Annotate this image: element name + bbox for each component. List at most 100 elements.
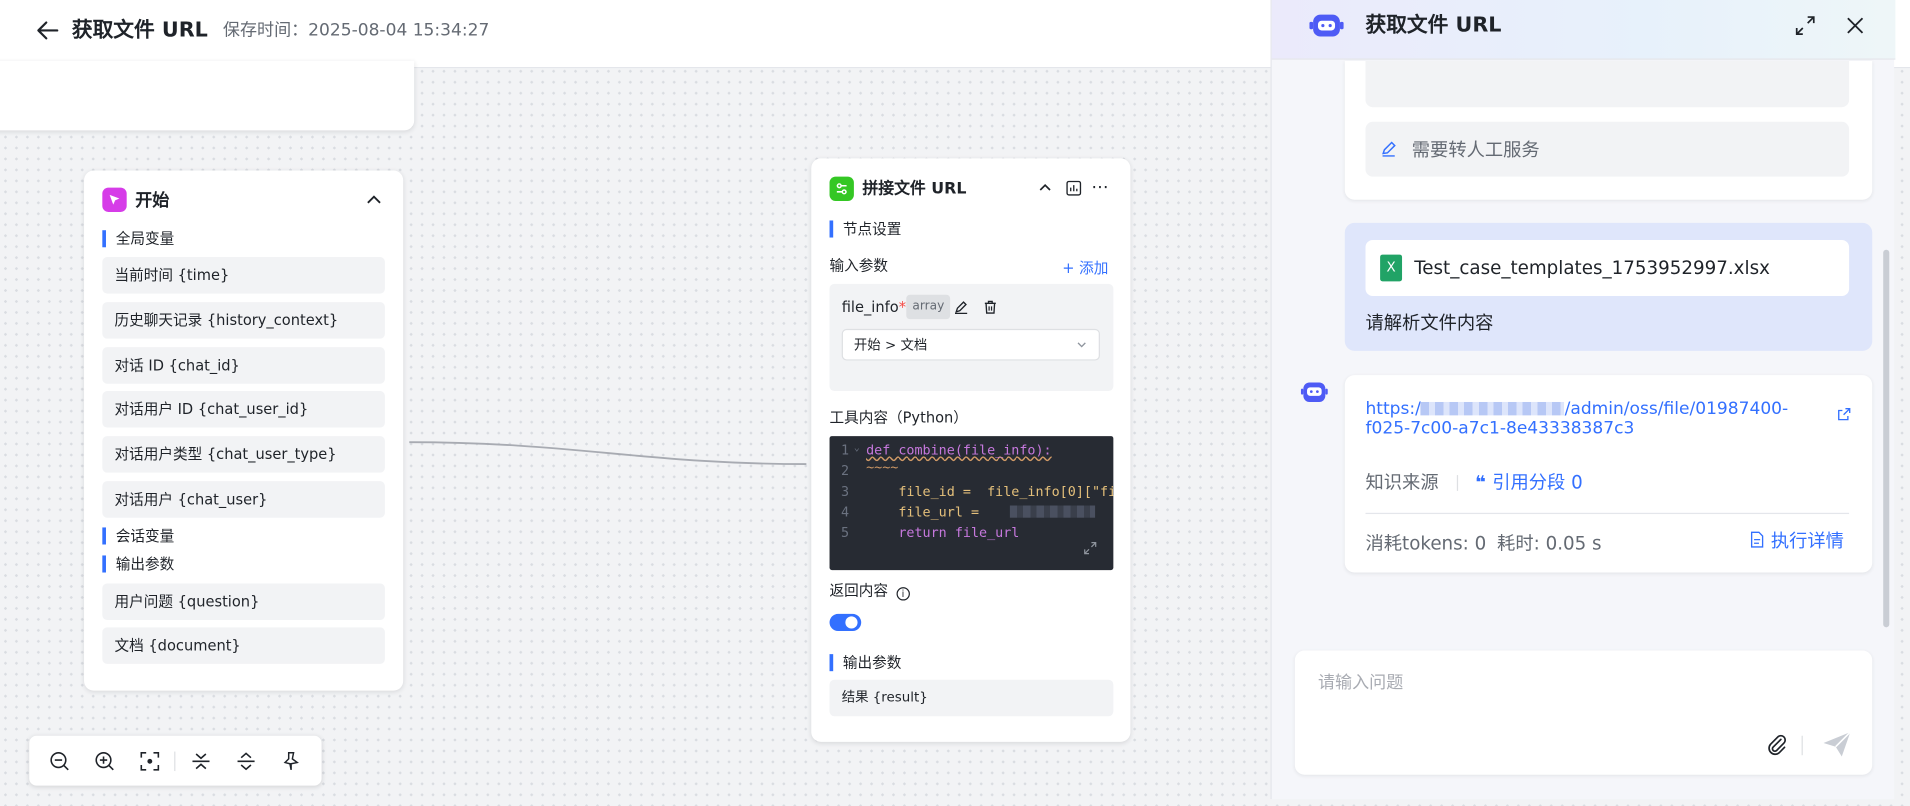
toolbar-divider: [174, 751, 176, 772]
output-params-section: 输出参数: [829, 654, 901, 672]
global-var-item: 对话 ID {chat_id}: [102, 347, 385, 384]
code-lines: 1 ⌄ def combine(file_info): 2 ~~~~ 3 fil…: [830, 436, 1114, 570]
collapse-chevron-icon[interactable]: [362, 188, 386, 212]
edit-icon[interactable]: [953, 298, 970, 315]
add-param-button[interactable]: + 添加: [1062, 259, 1108, 276]
global-vars-section: 全局变量: [102, 230, 174, 248]
file-attachment[interactable]: X Test_case_templates_1753952997.xlsx: [1365, 239, 1850, 297]
code-line: return file_url: [866, 525, 1020, 541]
required-mark: *: [898, 298, 907, 316]
collapse-all-icon[interactable]: [189, 749, 213, 773]
start-node[interactable]: 开始 全局变量 当前时间 {time} 历史聊天记录 {history_cont…: [84, 170, 404, 691]
line-number: 3: [840, 483, 850, 500]
execution-details-button[interactable]: 执行详情: [1749, 530, 1844, 552]
citations-button[interactable]: ❝ 引用分段 0: [1475, 471, 1583, 493]
suggestion-item[interactable]: 需要转人工服务: [1365, 121, 1850, 177]
divider: [1456, 475, 1459, 491]
line-number: 4: [840, 504, 850, 521]
start-node-icon: [102, 187, 127, 212]
elapsed-time: 耗时: 0.05 s: [1497, 532, 1602, 555]
send-icon[interactable]: [1820, 728, 1854, 760]
input-params-label: 输入参数: [829, 257, 889, 275]
more-menu-icon[interactable]: ⋯: [1090, 178, 1109, 197]
tokens-used: 消耗tokens: 0: [1365, 532, 1487, 555]
expand-all-icon[interactable]: [234, 749, 258, 773]
chat-input-placeholder: 请输入问题: [1317, 673, 1404, 694]
global-var-item: 历史聊天记录 {history_context}: [102, 302, 385, 339]
tool-node-icon: [829, 176, 854, 201]
back-arrow-icon[interactable]: [34, 17, 61, 44]
fit-view-icon[interactable]: [138, 749, 162, 773]
param-name: file_info*: [842, 298, 906, 315]
execution-details-text: 执行详情: [1770, 529, 1844, 552]
save-time: 保存时间：2025-08-04 15:34:27: [222, 20, 490, 41]
global-var-item: 当前时间 {time}: [102, 257, 385, 294]
fold-marker-icon[interactable]: ⌄: [854, 442, 860, 453]
document-icon: [1749, 530, 1771, 552]
url-path: /admin/oss/file/01987400-: [1564, 399, 1789, 420]
attachment-paperclip-icon[interactable]: [1764, 732, 1791, 759]
divider: [1801, 735, 1803, 756]
workflow-editor: 获取文件 URL 保存时间：2025-08-04 15:34:27 开始 全局变…: [0, 0, 1910, 806]
auto-layout-icon[interactable]: [279, 749, 303, 773]
redacted-block: [1009, 505, 1096, 518]
expand-editor-icon[interactable]: [1082, 540, 1099, 557]
run-log-icon[interactable]: [1063, 178, 1082, 197]
redacted-host: [1420, 401, 1565, 416]
fullscreen-icon[interactable]: [1793, 13, 1817, 37]
info-icon[interactable]: i: [896, 587, 910, 601]
session-vars-section: 会话变量: [102, 527, 174, 545]
delete-icon[interactable]: [982, 298, 999, 315]
citations-text: 引用分段 0: [1492, 471, 1583, 494]
close-icon[interactable]: [1843, 13, 1867, 37]
chat-debug-panel: 获取文件 URL 需要转人工服务 X Test_case_templates_1…: [1270, 0, 1896, 800]
tool-node[interactable]: 拼接文件 URL ⋯ 节点设置 输入参数 + 添加 file_info* arr…: [811, 158, 1131, 742]
node-connector: [409, 441, 807, 466]
return-content-toggle[interactable]: [829, 613, 862, 631]
suggestion-item[interactable]: [1365, 60, 1850, 108]
bot-message-bubble: 需要转人工服务: [1344, 60, 1873, 200]
output-param-item: 文档 {document}: [102, 627, 385, 664]
line-number: 5: [840, 525, 850, 541]
file-name: Test_case_templates_1753952997.xlsx: [1414, 257, 1770, 279]
url-prefix: https:/: [1365, 399, 1421, 420]
node-settings-section: 节点设置: [829, 220, 901, 238]
code-line: ~~~~: [866, 459, 899, 476]
add-label: 添加: [1079, 259, 1109, 277]
pencil-icon: [1379, 139, 1398, 158]
tool-node-title: 拼接文件 URL: [862, 180, 967, 199]
code-line: file_id = file_info[0]["file_: [866, 483, 1114, 500]
line-number: 2: [840, 462, 850, 479]
collapse-chevron-icon[interactable]: [1035, 178, 1054, 197]
chevron-down-icon: [1074, 337, 1089, 352]
param-source-select[interactable]: 开始 > 文档: [841, 328, 1100, 361]
return-content-text: 返回内容: [829, 582, 889, 600]
plus-icon: +: [1062, 259, 1080, 277]
code-line: file_url =: [866, 504, 988, 521]
bot-answer-bubble: https:/ /admin/oss/file/01987400- f025-7c0…: [1344, 375, 1873, 573]
external-link-icon[interactable]: [1836, 406, 1853, 423]
output-param-item: 用户问题 {question}: [102, 583, 385, 621]
toggle-knob: [845, 616, 858, 629]
global-var-item: 对话用户 ID {chat_user_id}: [102, 391, 385, 428]
chat-panel-title: 获取文件 URL: [1365, 13, 1502, 38]
tool-content-label: 工具内容（Python）: [829, 409, 968, 427]
url-path-line2: f025-7c00-a7c1-8e43338387c3: [1365, 419, 1635, 439]
param-card: file_info* array 开始 > 文档: [829, 283, 1114, 392]
previous-node-card[interactable]: [0, 60, 415, 131]
global-var-item: 对话用户 {chat_user}: [102, 481, 385, 518]
line-number: 1: [840, 442, 850, 459]
code-editor[interactable]: 1 ⌄ def combine(file_info): 2 ~~~~ 3 fil…: [829, 436, 1114, 571]
output-param-item: 结果 {result}: [829, 679, 1114, 717]
chat-panel-header: 获取文件 URL: [1271, 0, 1896, 60]
zoom-out-icon[interactable]: [48, 749, 72, 773]
chat-input-box[interactable]: 请输入问题: [1294, 650, 1873, 775]
zoom-in-icon[interactable]: [93, 749, 117, 773]
user-message-bubble: X Test_case_templates_1753952997.xlsx 请解…: [1344, 222, 1873, 351]
chat-scrollbar[interactable]: [1883, 249, 1890, 628]
param-type-badge: array: [906, 294, 951, 320]
bot-avatar-icon: [1300, 379, 1329, 406]
canvas-toolbar: [29, 735, 322, 786]
start-node-title: 开始: [135, 191, 170, 211]
file-url-link[interactable]: https:/ /admin/oss/file/01987400- f025-7c0…: [1366, 400, 1829, 439]
